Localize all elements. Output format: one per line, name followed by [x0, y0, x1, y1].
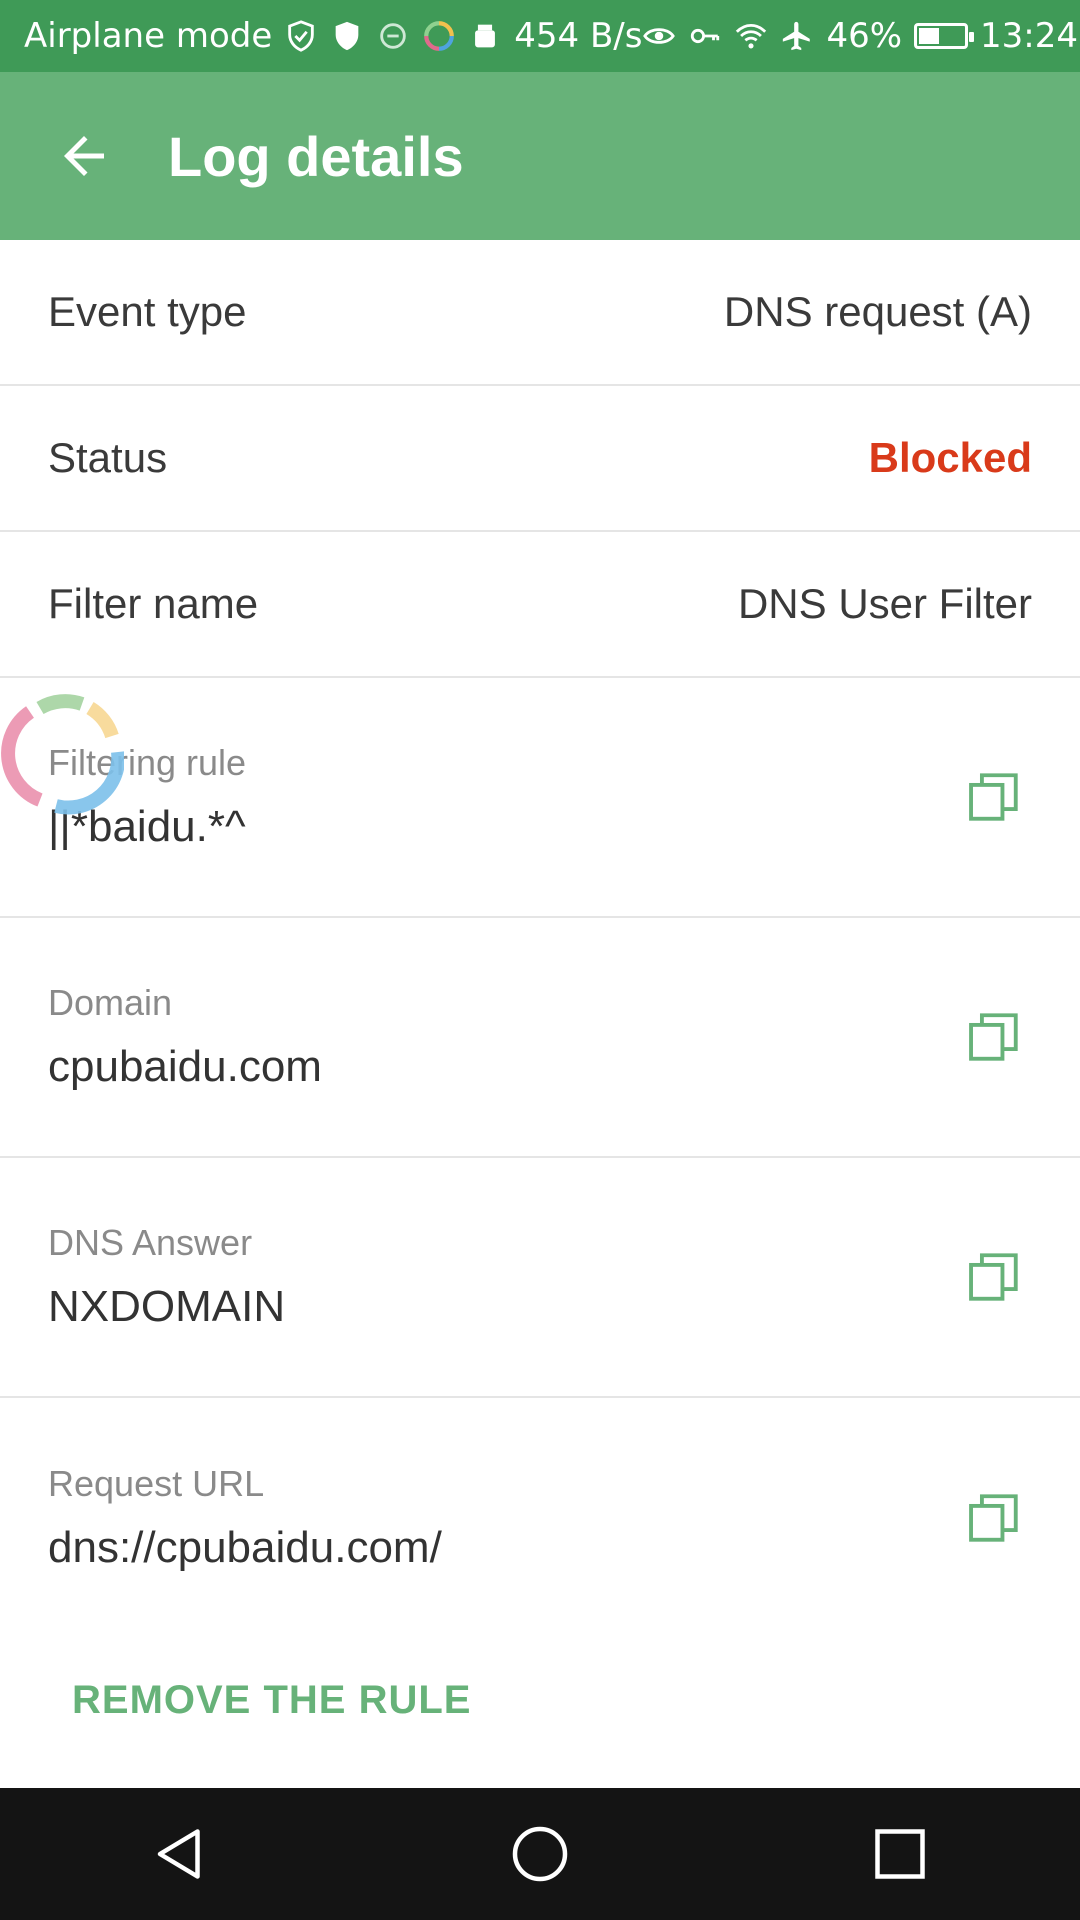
triangle-back-icon — [157, 1829, 200, 1879]
android-icon — [475, 24, 496, 48]
wifi-icon — [736, 23, 767, 49]
block-filtering-rule: Filtering rule ||*baidu.*^ — [0, 678, 1080, 918]
nav-home-button[interactable] — [480, 1794, 600, 1914]
copy-button[interactable] — [946, 749, 1042, 845]
battery-percent: 46% — [826, 16, 903, 56]
square-recents-icon — [875, 1829, 925, 1879]
block-value: dns://cpubaidu.com/ — [48, 1523, 442, 1572]
nav-recents-button[interactable] — [840, 1794, 960, 1914]
arrow-back-icon — [64, 136, 104, 176]
status-bar-left: Airplane mode 454 B/s — [24, 16, 642, 56]
vpn-icon — [380, 23, 406, 49]
block-label: Domain — [48, 982, 173, 1023]
log-details: Event type DNS request (A) Status Blocke… — [0, 240, 1080, 1638]
block-request-url: Request URL dns://cpubaidu.com/ — [0, 1398, 1080, 1638]
block-dns-answer: DNS Answer NXDOMAIN — [0, 1158, 1080, 1398]
navigation-bar — [0, 1788, 1080, 1920]
block-label: DNS Answer — [48, 1222, 253, 1263]
clock: 13:24 — [980, 16, 1079, 56]
row-label: Filter name — [48, 580, 259, 627]
page-title: Log details — [168, 124, 464, 188]
row-filter-name: Filter name DNS User Filter — [0, 532, 1080, 678]
airplane-icon — [783, 21, 811, 51]
block-domain: Domain cpubaidu.com — [0, 918, 1080, 1158]
copy-button[interactable] — [946, 1229, 1042, 1325]
row-label: Event type — [48, 288, 247, 335]
remove-rule-button[interactable]: REMOVE THE RULE — [48, 1652, 495, 1748]
nav-back-button[interactable] — [120, 1794, 240, 1914]
battery-icon — [914, 23, 975, 49]
eye-icon — [643, 28, 676, 44]
shield-icon — [335, 21, 359, 51]
status-badge: Blocked — [868, 434, 1032, 481]
copy-button[interactable] — [946, 989, 1042, 1085]
row-status: Status Blocked — [0, 386, 1080, 532]
row-value: DNS User Filter — [737, 580, 1032, 627]
status-bar: Airplane mode 454 B/s 46% 13:24 — [0, 0, 1080, 72]
status-bar-right: 46% 13:24 — [642, 16, 1078, 56]
key-icon — [691, 28, 720, 44]
circle-home-icon — [512, 1826, 568, 1882]
row-label: Status — [48, 434, 168, 481]
airplane-mode-text: Airplane mode — [24, 16, 273, 56]
back-button[interactable] — [24, 96, 144, 216]
net-speed: 454 B/s — [514, 16, 643, 56]
block-label: Request URL — [48, 1463, 265, 1504]
block-value: cpubaidu.com — [48, 1042, 322, 1091]
battery-fill — [919, 28, 940, 44]
loading-spinner-icon — [1, 694, 124, 815]
sync-icon — [424, 21, 455, 51]
copy-icon — [969, 1494, 1018, 1542]
row-value: DNS request (A) — [723, 288, 1032, 335]
copy-icon — [969, 1013, 1018, 1061]
copy-icon — [969, 773, 1018, 821]
copy-icon — [969, 1253, 1018, 1301]
app-bar: Log details — [0, 72, 1080, 240]
row-event-type: Event type DNS request (A) — [0, 240, 1080, 386]
shield-outline-icon — [288, 20, 314, 52]
block-value: NXDOMAIN — [48, 1282, 286, 1331]
copy-button[interactable] — [946, 1470, 1042, 1566]
